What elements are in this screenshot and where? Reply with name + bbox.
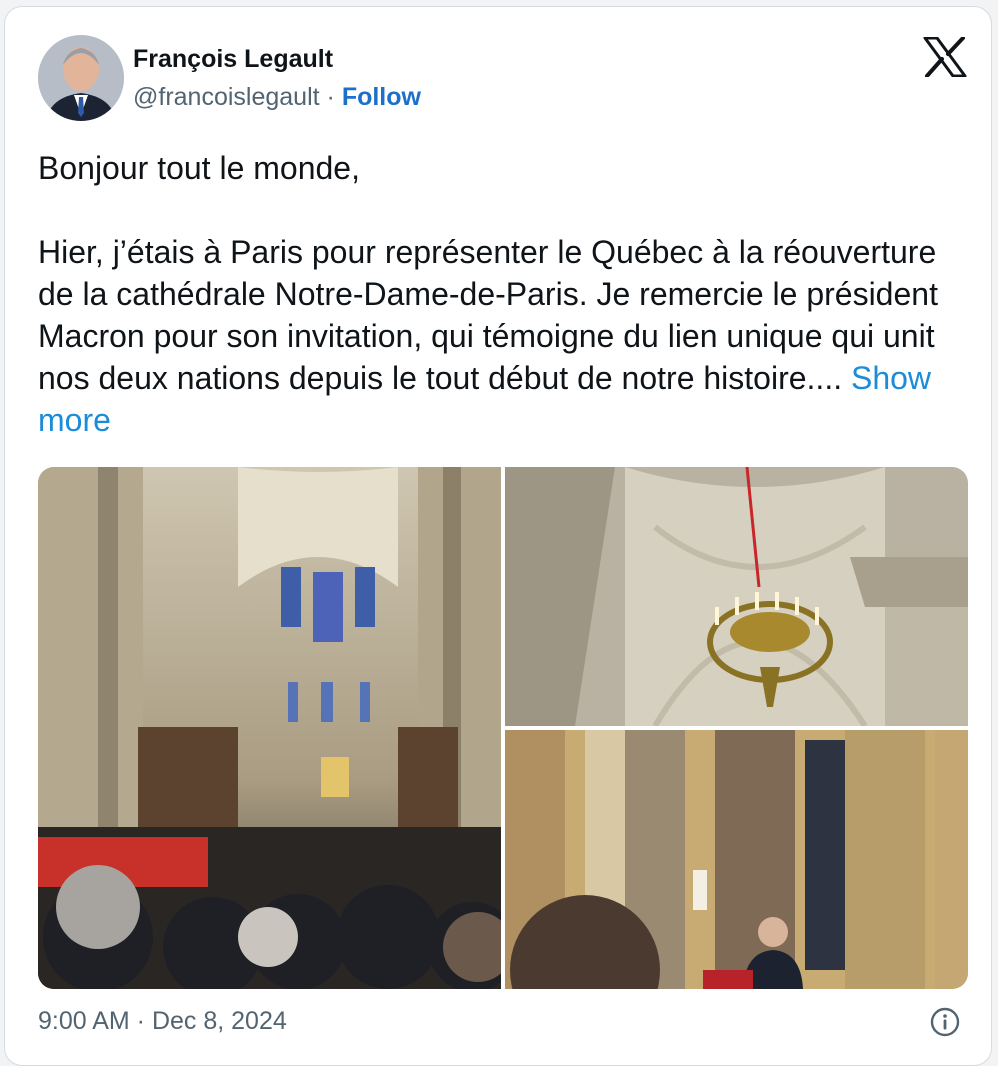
tweet-body-text: Hier, j’étais à Paris pour représenter l… [38,234,938,396]
photo-president-speech[interactable] [505,730,968,989]
tweet-card: François Legault @francoislegault · Foll… [4,6,992,1066]
tweet-body: Hier, j’étais à Paris pour représenter l… [38,231,973,441]
info-icon[interactable] [930,1007,960,1037]
avatar[interactable] [38,35,124,121]
author-handle-row: @francoislegault · Follow [133,83,421,112]
handle-separator: · [319,83,342,111]
x-logo-icon[interactable] [923,36,967,78]
photo-chandelier[interactable] [505,467,968,726]
media-grid [38,467,968,989]
tweet-text: Bonjour tout le monde, Hier, j’étais à P… [38,147,973,441]
follow-button[interactable]: Follow [342,83,421,111]
photo-cathedral-nave[interactable] [38,467,501,989]
tweet-timestamp[interactable]: 9:00 AM · Dec 8, 2024 [38,1007,287,1036]
author-handle[interactable]: @francoislegault [133,83,320,111]
author-name[interactable]: François Legault [133,45,333,74]
tweet-greeting: Bonjour tout le monde, [38,150,360,186]
